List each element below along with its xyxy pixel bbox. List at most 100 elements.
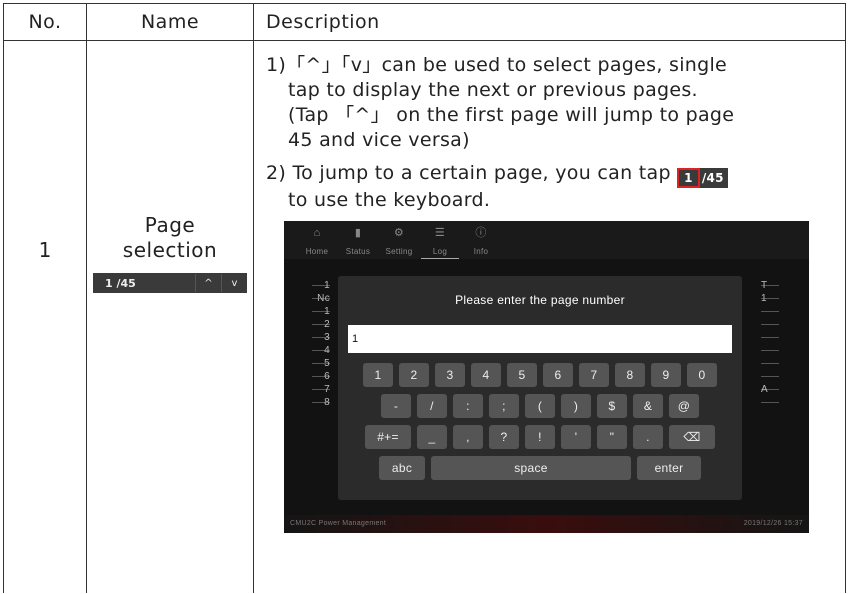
tab-info[interactable]: ⓘ Info (462, 221, 500, 259)
key[interactable]: 1 (363, 363, 393, 387)
key[interactable]: ' (561, 425, 591, 449)
key[interactable]: @ (669, 394, 699, 418)
inline-page-indicator: 1/45 (677, 168, 728, 188)
footer-app-name: CMU2C Power Management (290, 520, 387, 527)
key[interactable]: & (633, 394, 663, 418)
log-left-cell: 7 (312, 377, 330, 395)
header-no: No. (3, 3, 87, 41)
log-right-cell: A (761, 377, 779, 395)
info-icon: ⓘ (475, 227, 487, 239)
row-name-line2: selection (122, 238, 218, 262)
inline-page-current: 1 (677, 168, 700, 188)
desc2-line1-wrap: 2) To jump to a certain page, you can ta… (266, 161, 835, 188)
log-right-cell (761, 351, 779, 364)
symbols-key[interactable]: #+= (365, 425, 411, 449)
desc1-line3: (Tap 「^」 on the first page will jump to … (288, 104, 735, 126)
page-selector-widget: 1 /45 ^ v (93, 273, 247, 293)
page-down-button[interactable]: v (221, 274, 247, 292)
key[interactable]: , (453, 425, 483, 449)
key[interactable]: 6 (543, 363, 573, 387)
log-left-cell: 4 (312, 338, 330, 356)
table-row: 1 Page selection 1 /45 ^ v 1)「^」「v」can b… (3, 40, 846, 593)
row-number: 1 (38, 238, 52, 262)
log-right-cell (761, 325, 779, 338)
log-right-cell (761, 312, 779, 325)
desc2-line1: 2) To jump to a certain page, you can ta… (266, 162, 671, 184)
key[interactable]: ? (489, 425, 519, 449)
key[interactable]: . (633, 425, 663, 449)
row-name: Page selection (87, 213, 253, 263)
key[interactable]: 7 (579, 363, 609, 387)
page-indicator: 1 /45 (105, 276, 136, 290)
log-left-cell: Nc (312, 286, 330, 304)
dialog-title: Please enter the page number (455, 293, 625, 307)
key[interactable]: ( (525, 394, 555, 418)
space-key[interactable]: space (431, 456, 631, 480)
key[interactable]: $ (597, 394, 627, 418)
on-screen-keyboard: 1 2 3 4 5 6 7 8 9 0 - /: ; () $ & @ #+… (348, 363, 732, 480)
log-right-cell (761, 338, 779, 351)
tab-log-label: Log (432, 247, 448, 256)
key[interactable]: : (453, 394, 483, 418)
log-left-cell: 1 (312, 273, 330, 291)
log-left-cell: 5 (312, 351, 330, 369)
document-table: No. Name Description 1 Page selection 1 … (3, 3, 846, 593)
key[interactable]: 2 (399, 363, 429, 387)
key[interactable]: / (417, 394, 447, 418)
page-up-button[interactable]: ^ (195, 274, 221, 292)
keyboard-row-1: 1 2 3 4 5 6 7 8 9 0 (348, 363, 732, 387)
bar-chart-icon: ▮ (354, 227, 362, 239)
home-icon: ⌂ (313, 227, 321, 239)
tab-home[interactable]: ⌂ Home (298, 221, 336, 259)
abc-key[interactable]: abc (379, 456, 425, 480)
tab-setting[interactable]: ⚙ Setting (380, 221, 418, 259)
tab-status-label: Status (345, 247, 371, 256)
row-number-cell: 1 (3, 40, 87, 593)
desc1-line1: 1)「^」「v」can be used to select pages, sin… (266, 54, 728, 76)
keyboard-row-3: #+= _ , ? ! ' " . ⌫ (348, 425, 732, 449)
key[interactable]: 8 (615, 363, 645, 387)
log-left-cell: 2 (312, 312, 330, 330)
log-left-cell: 3 (312, 325, 330, 343)
device-screenshot: ⌂ Home ▮ Status ⚙ Setting ☰ Log ⓘ Info 1 Nc 1… (284, 221, 809, 533)
tab-home-label: Home (305, 247, 329, 256)
log-right-cell: T (761, 273, 779, 291)
log-left-cell: 6 (312, 364, 330, 382)
key[interactable]: 3 (435, 363, 465, 387)
key[interactable]: - (381, 394, 411, 418)
device-status-bar: CMU2C Power Management 2019/12/26 15:37 (284, 515, 809, 533)
tab-log[interactable]: ☰ Log (421, 221, 459, 259)
log-left-column: 1 Nc 1 2 3 4 5 6 7 8 (312, 273, 330, 408)
desc1-line4: 45 and vice versa) (288, 129, 470, 151)
page-number-input[interactable]: 1 (348, 325, 732, 353)
key[interactable]: 0 (687, 363, 717, 387)
key[interactable]: " (597, 425, 627, 449)
description-item-1: 1)「^」「v」can be used to select pages, sin… (266, 53, 835, 153)
desc2-line2: to use the keyboard. (288, 189, 491, 211)
tab-setting-label: Setting (385, 247, 413, 256)
key[interactable]: 4 (471, 363, 501, 387)
tab-info-label: Info (473, 247, 489, 256)
key[interactable]: _ (417, 425, 447, 449)
key[interactable]: ; (489, 394, 519, 418)
key[interactable]: ) (561, 394, 591, 418)
key[interactable]: 5 (507, 363, 537, 387)
desc1-line2: tap to display the next or previous page… (288, 79, 698, 101)
log-right-column: T 1 A (761, 273, 779, 403)
inline-page-total: /45 (701, 170, 724, 185)
row-name-line1: Page (144, 213, 196, 237)
keyboard-row-2: - / : ; ( ) $ & @ (348, 394, 732, 418)
description-item-2: 2) To jump to a certain page, you can ta… (266, 161, 835, 213)
log-icon: ☰ (434, 227, 446, 239)
tab-status[interactable]: ▮ Status (339, 221, 377, 259)
enter-key[interactable]: enter (637, 456, 701, 480)
key[interactable]: 9 (651, 363, 681, 387)
header-description: Description (253, 3, 846, 41)
row-description-cell: 1)「^」「v」can be used to select pages, sin… (253, 40, 846, 593)
header-row: No. Name Description (3, 3, 846, 41)
header-name: Name (86, 3, 254, 41)
footer-datetime: 2019/12/26 15:37 (743, 520, 803, 527)
log-right-cell (761, 364, 779, 377)
backspace-icon[interactable]: ⌫ (669, 425, 715, 449)
key[interactable]: ! (525, 425, 555, 449)
